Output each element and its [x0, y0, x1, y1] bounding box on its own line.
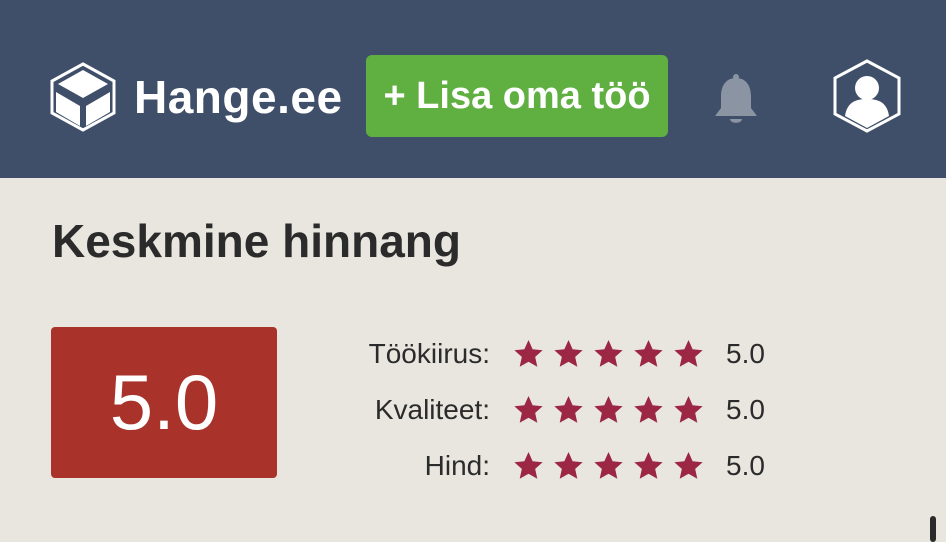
- user-avatar-icon[interactable]: [832, 58, 902, 134]
- rating-value: 5.0: [726, 450, 765, 481]
- average-score-value: 5.0: [109, 358, 219, 446]
- top-header: Hange.ee + Lisa oma töö: [0, 0, 946, 178]
- star-rating: [512, 338, 705, 370]
- star-icon: [634, 452, 663, 479]
- star-icon: [514, 452, 543, 479]
- scrollbar[interactable]: [930, 516, 936, 542]
- rating-row-price: Hind: 5.0: [300, 446, 820, 486]
- star-icon: [634, 396, 663, 423]
- star-rating: [512, 394, 705, 426]
- star-icon: [674, 396, 703, 423]
- star-icon: [554, 340, 583, 367]
- bell-icon[interactable]: [710, 74, 762, 128]
- brand-name[interactable]: Hange.ee: [134, 70, 343, 124]
- page-title: Keskmine hinnang: [52, 215, 461, 267]
- star-icon: [514, 340, 543, 367]
- rating-label: Kvaliteet:: [374, 394, 490, 425]
- star-icon: [594, 452, 623, 479]
- add-work-button[interactable]: + Lisa oma töö: [366, 55, 668, 137]
- star-icon: [674, 340, 703, 367]
- star-rating: [512, 450, 705, 482]
- star-icon: [674, 452, 703, 479]
- star-icon: [554, 452, 583, 479]
- rating-value: 5.0: [726, 394, 765, 425]
- star-icon: [594, 340, 623, 367]
- hange-logo-icon[interactable]: [50, 62, 116, 132]
- rating-row-speed: Töökiirus: 5.0: [300, 334, 820, 374]
- average-score-badge: 5.0: [51, 327, 277, 478]
- rating-label: Hind:: [424, 450, 490, 481]
- rating-value: 5.0: [726, 338, 765, 369]
- star-icon: [594, 396, 623, 423]
- star-icon: [514, 396, 543, 423]
- rating-label: Töökiirus:: [368, 338, 490, 369]
- star-icon: [554, 396, 583, 423]
- star-icon: [634, 340, 663, 367]
- rating-row-quality: Kvaliteet: 5.0: [300, 390, 820, 430]
